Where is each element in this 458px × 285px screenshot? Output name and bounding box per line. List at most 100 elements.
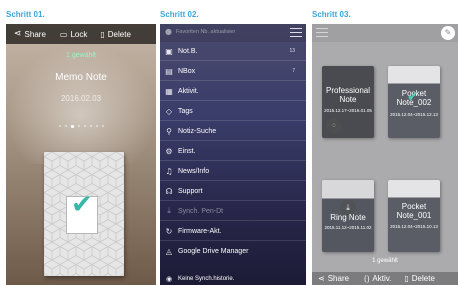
delete-label: Delete — [107, 29, 131, 39]
menu-item-count: 7 — [292, 68, 295, 74]
trash-icon: ▯ — [100, 29, 105, 39]
note-date: 2016.02.03 — [60, 94, 102, 103]
notebook-card[interactable]: Professional Note 2015.12.17~2016.01.05 … — [322, 66, 374, 138]
delete-label: Delete — [411, 274, 435, 283]
search-icon: ⚲ — [166, 126, 172, 136]
menu-item-label: Google Drive Manager — [178, 248, 249, 255]
lock-label: Lock — [70, 29, 88, 39]
selected-count: 1 gewählt — [372, 258, 398, 264]
notebook-name: Ring Note — [330, 213, 366, 222]
menu-item-label: Synch. Pen-Dt — [178, 207, 224, 215]
lock-icon: ▭ — [59, 29, 68, 39]
menu-item-label: NBox — [178, 67, 196, 75]
hamburger-icon[interactable] — [290, 28, 302, 38]
download-icon: ⤓ — [167, 206, 171, 215]
share-icon: ⋖ — [14, 29, 22, 39]
selected-count: 1 gewählt — [66, 52, 96, 59]
notebook-cover[interactable]: ✔ — [44, 152, 124, 276]
menu-item-note-search[interactable]: ⚲ Notiz-Suche — [160, 122, 306, 141]
menu-item-settings[interactable]: ⚙ Einst. — [160, 142, 306, 161]
sync-history-label: Keine Synch.historie. — [178, 275, 235, 282]
menu-item-count: 13 — [289, 48, 295, 54]
notebook-name: Pocket Note_001 — [396, 202, 432, 220]
menu-item-label: Aktivit. — [178, 87, 199, 95]
tag-icon: ◇ — [165, 106, 173, 116]
menu-item-sync-pen[interactable]: ⤓ Synch. Pen-Dt — [160, 202, 306, 221]
page-dot-active — [70, 124, 74, 128]
screen-notebook-grid: ✎ Professional Note 2015.12.17~2016.01.0… — [312, 24, 458, 285]
page-dot — [89, 125, 92, 127]
notebook-card[interactable]: ⤓ Ring Note 2015.11.12~2015.11.02 — [322, 180, 374, 252]
activity-label: Aktiv. — [372, 274, 392, 283]
delete-button[interactable]: ▯ Delete — [404, 272, 435, 285]
page-dot — [95, 125, 98, 127]
refresh-icon: ↻ — [165, 226, 173, 236]
search-placeholder: Favoriten Nb. aktualisier — [176, 29, 236, 35]
menu-item-tags[interactable]: ◇ Tags — [160, 102, 306, 121]
hamburger-icon[interactable] — [316, 28, 328, 40]
notebook-card-selected[interactable]: Pocket Note_002 ✔ 2015.12.04~2015.12.13 — [388, 66, 440, 138]
share-button[interactable]: ⋖ Share — [14, 24, 46, 44]
checkmark-icon: ✔ — [71, 190, 93, 220]
screen-side-menu: ● Favoriten Nb. aktualisier ▣ Not.B. 13 … — [160, 24, 306, 285]
delete-button[interactable]: ▯ Delete — [100, 24, 131, 44]
background-glow — [6, 44, 156, 164]
sync-history-footer: ◉ Keine Synch.historie. — [160, 272, 306, 285]
notebook-date: 2015.11.12~2015.11.02 — [324, 225, 372, 230]
notebook-name: Professional Note — [325, 86, 371, 104]
bracket-icon: ⟮⟯ — [364, 273, 370, 283]
search-bar[interactable]: ● Favoriten Nb. aktualisier — [160, 24, 306, 42]
share-label: Share — [327, 274, 350, 283]
menu-item-notebooks[interactable]: ▣ Not.B. 13 — [160, 42, 306, 61]
page-dot — [77, 125, 80, 127]
page-indicator — [6, 124, 156, 128]
page-dot — [101, 125, 104, 127]
share-button[interactable]: ⋖ Share — [318, 272, 349, 285]
menu-item-label: Einst. — [178, 147, 196, 155]
star-icon: ● — [165, 27, 172, 36]
menu-item-label: Support — [178, 187, 203, 195]
share-label: Share — [24, 29, 46, 39]
menu-item-label: Notiz-Suche — [178, 127, 217, 135]
bottom-action-bar: ⋖ Share ⟮⟯ Aktiv. ▯ Delete — [312, 272, 458, 285]
drive-icon: ◬ — [165, 247, 173, 256]
note-title: Memo Note — [55, 72, 107, 83]
trash-icon: ▯ — [404, 274, 409, 283]
notebook-date: 2015.12.04~2015.10.13 — [390, 224, 438, 229]
headset-icon: ☊ — [165, 186, 173, 196]
inbox-icon: ▤ — [165, 66, 173, 76]
menu-item-news[interactable]: ♫ News/Info — [160, 162, 306, 181]
menu-item-label: Firmware-Akt. — [178, 227, 222, 235]
pen-icon[interactable]: ✎ — [441, 26, 455, 40]
gear-icon: ⚙ — [165, 146, 173, 156]
menu-item-google-drive[interactable]: ◬ Google Drive Manager — [160, 242, 306, 261]
step-1-label: Schritt 01. — [6, 10, 45, 19]
page-dot — [83, 125, 86, 127]
menu-item-support[interactable]: ☊ Support — [160, 182, 306, 201]
lock-icon: ◌ — [326, 118, 342, 134]
share-icon: ⋖ — [318, 274, 325, 283]
step-3-label: Schritt 03. — [312, 10, 351, 19]
notebook-card[interactable]: Pocket Note_001 2015.12.04~2015.10.13 — [388, 180, 440, 252]
notebook-icon: ▣ — [165, 46, 173, 56]
calendar-icon: ▦ — [165, 86, 173, 96]
checkmark-icon: ✔ — [407, 89, 419, 105]
menu-item-label: News/Info — [178, 167, 210, 175]
top-bar: ✎ — [312, 24, 458, 42]
notebook-date: 2015.12.17~2016.01.05 — [324, 108, 372, 113]
bell-icon: ♫ — [165, 166, 173, 176]
notebook-date: 2015.12.04~2015.12.13 — [390, 112, 438, 117]
menu-item-label: Tags — [178, 107, 193, 115]
top-toolbar: ⋖ Share ▭ Lock ▯ Delete — [6, 24, 156, 44]
page-dot — [64, 125, 67, 127]
info-icon: ◉ — [165, 274, 173, 283]
step-2-label: Schritt 02. — [160, 10, 199, 19]
page-dot — [58, 125, 61, 127]
activity-button[interactable]: ⟮⟯ Aktiv. — [364, 272, 391, 285]
menu-item-label: Not.B. — [178, 47, 198, 55]
menu-item-activity[interactable]: ▦ Aktivit. — [160, 82, 306, 101]
menu-item-firmware[interactable]: ↻ Firmware-Akt. — [160, 222, 306, 241]
menu-item-nbox[interactable]: ▤ NBox 7 — [160, 62, 306, 81]
screen-note-detail: ⋖ Share ▭ Lock ▯ Delete 1 gewählt Memo N… — [6, 24, 156, 285]
lock-button[interactable]: ▭ Lock — [60, 24, 87, 44]
